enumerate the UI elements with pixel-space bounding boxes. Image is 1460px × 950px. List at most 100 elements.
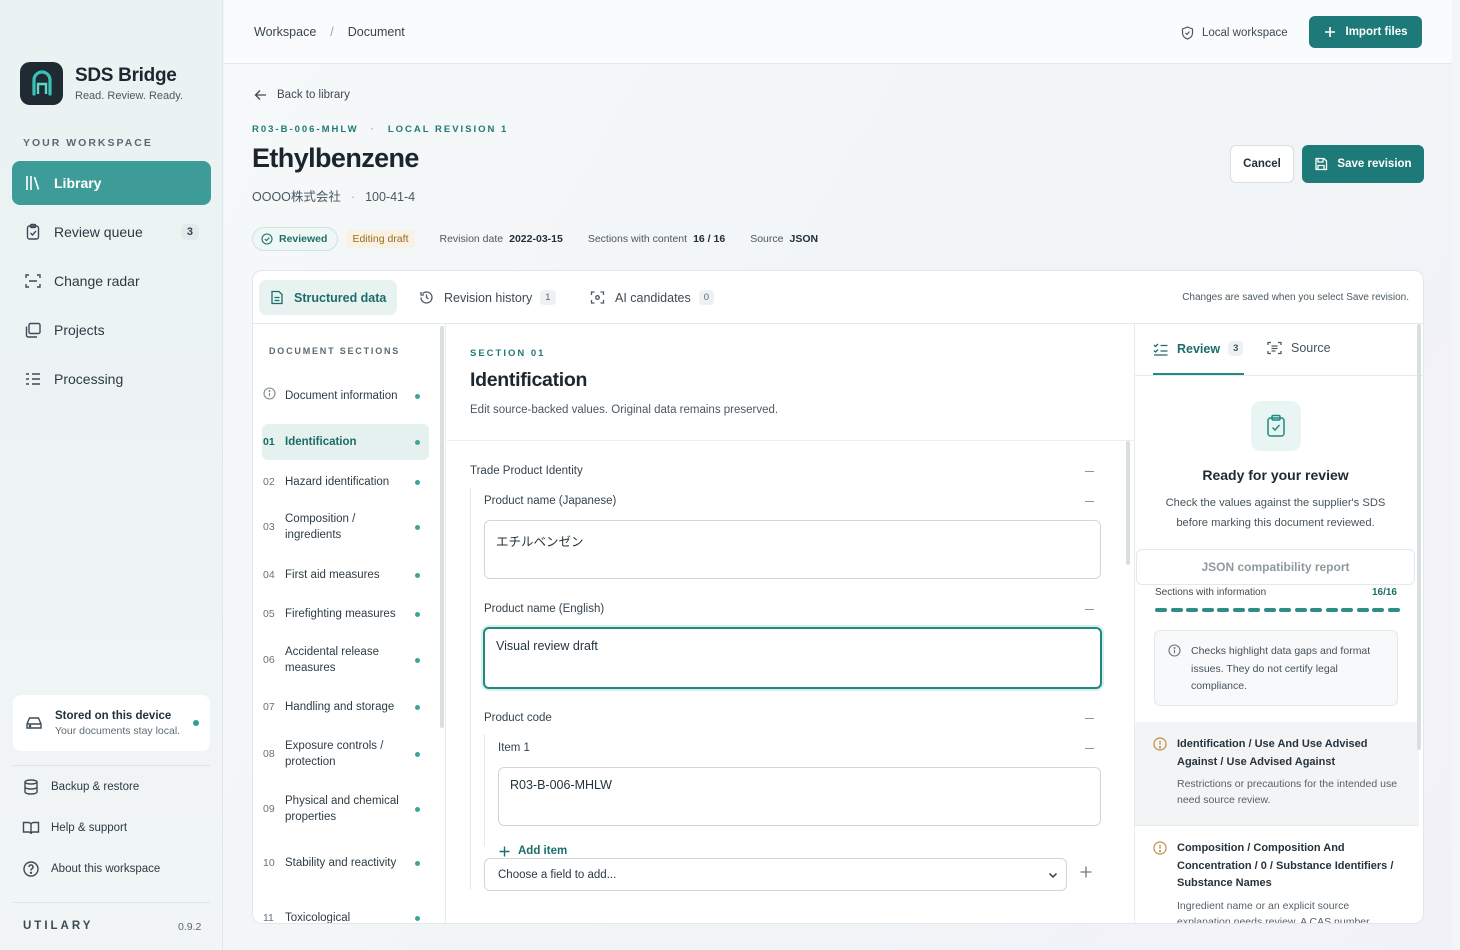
section-status-dot <box>415 915 420 921</box>
product-code-item-input[interactable]: R03-B-006-MHLW <box>498 767 1101 826</box>
chevron-down-icon <box>1048 872 1058 878</box>
breadcrumb-document[interactable]: Document <box>348 25 405 39</box>
breadcrumb-workspace[interactable]: Workspace <box>254 25 316 39</box>
section-label: Document information <box>285 390 398 402</box>
source-tab-label: Source <box>1291 341 1331 355</box>
section-title: Identification <box>470 369 588 391</box>
collapse-group-button[interactable] <box>1085 471 1094 472</box>
book-open-icon <box>22 821 40 835</box>
library-icon <box>26 176 40 190</box>
json-compatibility-report-button[interactable]: JSON compatibility report <box>1136 549 1415 585</box>
product-name-en-label: Product name (English) <box>484 603 605 615</box>
section-item-physical-chemical[interactable]: 09 Physical and chemical properties <box>262 788 429 830</box>
section-item-composition[interactable]: 03 Composition / ingredients <box>262 506 429 548</box>
divider <box>12 765 210 766</box>
collapse-item-button[interactable] <box>1085 748 1094 749</box>
sections-info-value: 16/16 <box>1371 587 1397 598</box>
about-label: About this workspace <box>51 863 161 875</box>
tab-label: Revision history <box>444 290 533 305</box>
section-label: Physical and chemical properties <box>285 795 399 823</box>
back-to-library-link[interactable]: Back to library <box>254 89 350 101</box>
review-heading: Ready for your review <box>1202 467 1349 483</box>
sections-with-content: Sections with content 16 / 16 <box>588 233 725 245</box>
backup-restore-link[interactable]: Backup & restore <box>22 778 139 796</box>
hard-drive-icon <box>26 717 42 729</box>
progress-segment <box>1325 608 1338 612</box>
group-guide-line <box>470 488 471 890</box>
review-issue[interactable]: Identification / Use And Use Advised Aga… <box>1135 722 1419 825</box>
issue-title: Identification / Use And Use Advised Aga… <box>1177 738 1368 768</box>
review-issue[interactable]: Composition / Composition And Concentrat… <box>1135 825 1419 923</box>
section-item-toxicological[interactable]: 11 Toxicological <box>262 897 429 924</box>
progress-segment <box>1217 608 1229 612</box>
tab-ai-candidates[interactable]: AI candidates 0 <box>579 280 725 315</box>
section-item-document-information[interactable]: Document information <box>262 375 429 417</box>
section-number: 11 <box>263 912 274 924</box>
tab-review[interactable]: Review 3 <box>1153 341 1244 356</box>
app-version: 0.9.2 <box>178 921 202 933</box>
collapse-field-button[interactable] <box>1085 718 1094 719</box>
choose-field-select[interactable]: Choose a field to add... <box>484 858 1067 891</box>
nav-library[interactable]: Library <box>12 161 211 205</box>
save-icon <box>1315 157 1328 171</box>
section-item-handling-storage[interactable]: 07 Handling and storage <box>262 694 429 720</box>
section-label: Firefighting measures <box>285 608 396 620</box>
import-files-button[interactable]: Import files <box>1309 16 1422 48</box>
section-label: First aid measures <box>285 569 380 581</box>
progress-segment <box>1372 608 1384 612</box>
sections-scrollbar[interactable] <box>440 326 444 728</box>
issue-description: Restrictions or precautions for the inte… <box>1177 778 1398 806</box>
section-label: Hazard identification <box>285 476 390 488</box>
section-item-identification[interactable]: 01 Identification <box>262 424 429 460</box>
review-text: Check the values against the supplier's … <box>1165 497 1386 529</box>
scan-icon <box>25 274 41 288</box>
collapse-field-button[interactable] <box>1085 609 1094 610</box>
compliance-note-text: Checks highlight data gaps and format is… <box>1191 645 1371 692</box>
product-name-jp-input[interactable]: エチルベンゼン <box>484 520 1101 579</box>
save-revision-button[interactable]: Save revision <box>1302 145 1424 183</box>
cancel-button[interactable]: Cancel <box>1230 145 1294 183</box>
history-icon <box>420 291 433 304</box>
separator-dot: · <box>370 124 376 135</box>
nav-processing[interactable]: Processing <box>12 357 211 401</box>
tab-revision-history[interactable]: Revision history 1 <box>408 280 567 315</box>
plus-icon <box>1324 27 1335 37</box>
brand[interactable]: SDS Bridge Read. Review. Ready. <box>20 62 183 105</box>
add-field-plus-icon[interactable] <box>1080 866 1092 878</box>
nav-review-queue[interactable]: Review queue 3 <box>12 210 211 254</box>
editor-tabs: Structured data Revision history 1 AI ca… <box>253 271 1423 324</box>
section-status-dot <box>415 751 420 757</box>
product-code-item-label: Item 1 <box>498 742 530 754</box>
sections-header: DOCUMENT SECTIONS <box>269 346 401 356</box>
section-item-firefighting[interactable]: 05 Firefighting measures <box>262 601 429 627</box>
section-item-accidental-release[interactable]: 06 Accidental release measures <box>262 639 429 681</box>
nav-projects[interactable]: Projects <box>12 308 211 352</box>
nav-change-radar[interactable]: Change radar <box>12 259 211 303</box>
tab-source[interactable]: Source <box>1267 341 1331 355</box>
form-scrollbar[interactable] <box>1126 441 1130 565</box>
help-support-link[interactable]: Help & support <box>22 819 127 837</box>
section-status-dot <box>415 860 420 866</box>
section-status-dot <box>415 524 420 530</box>
collapse-field-button[interactable] <box>1085 501 1094 502</box>
status-row: Reviewed Editing draft Revision date 2022… <box>252 227 818 251</box>
section-number: 01 <box>263 436 275 448</box>
status-label: Reviewed <box>279 233 328 245</box>
section-label: Accidental release measures <box>285 646 379 674</box>
section-item-first-aid[interactable]: 04 First aid measures <box>262 562 429 588</box>
import-files-label: Import files <box>1345 26 1408 38</box>
about-workspace-link[interactable]: About this workspace <box>22 860 160 878</box>
section-label: Identification <box>285 436 357 448</box>
section-item-hazard-identification[interactable]: 02 Hazard identification <box>262 469 429 495</box>
page-title: Ethylbenzene <box>252 143 419 173</box>
file-text-icon <box>271 290 283 305</box>
app-name: SDS Bridge <box>75 65 177 86</box>
section-item-exposure-controls[interactable]: 08 Exposure controls / protection <box>262 733 429 775</box>
tab-structured-data[interactable]: Structured data <box>259 280 398 315</box>
section-status-dot <box>415 439 420 445</box>
section-item-stability-reactivity[interactable]: 10 Stability and reactivity <box>262 842 429 884</box>
add-item-button[interactable]: Add item <box>499 845 567 857</box>
backup-label: Backup & restore <box>51 781 140 793</box>
product-name-en-input[interactable]: Visual review draft <box>483 627 1102 689</box>
review-scrollbar[interactable] <box>1417 324 1421 750</box>
